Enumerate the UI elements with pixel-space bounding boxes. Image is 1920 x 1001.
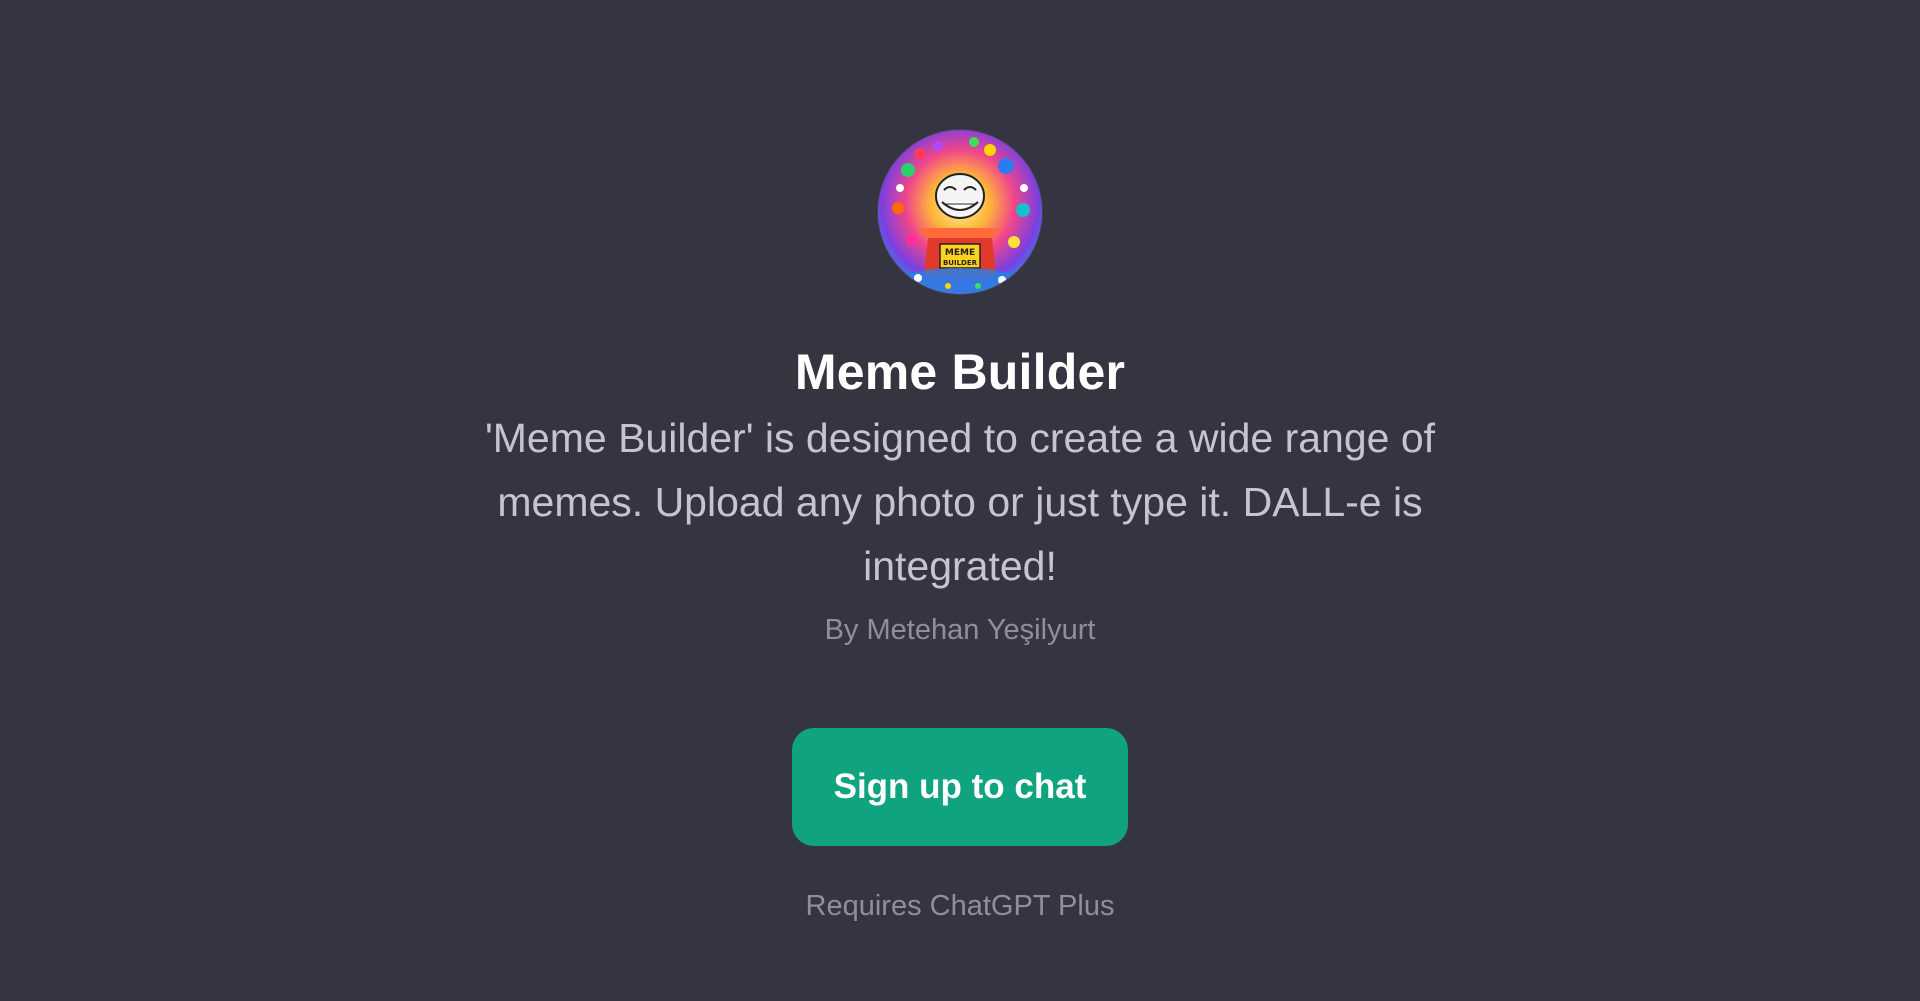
sign-up-button[interactable]: Sign up to chat — [792, 728, 1128, 846]
gpt-landing-page: MEME BUILDER Meme Builder 'Meme Builder'… — [0, 0, 1920, 1001]
gpt-author: By Metehan Yeşilyurt — [824, 614, 1096, 646]
gpt-title: Meme Builder — [794, 344, 1126, 400]
plus-requirement-note: Requires ChatGPT Plus — [805, 890, 1115, 922]
meme-builder-logo-icon: MEME BUILDER — [878, 130, 1042, 294]
logo-text-builder: BUILDER — [943, 259, 978, 267]
gpt-avatar: MEME BUILDER — [878, 130, 1042, 294]
gpt-description: 'Meme Builder' is designed to create a w… — [484, 415, 1436, 589]
logo-text-meme: MEME — [945, 248, 975, 258]
